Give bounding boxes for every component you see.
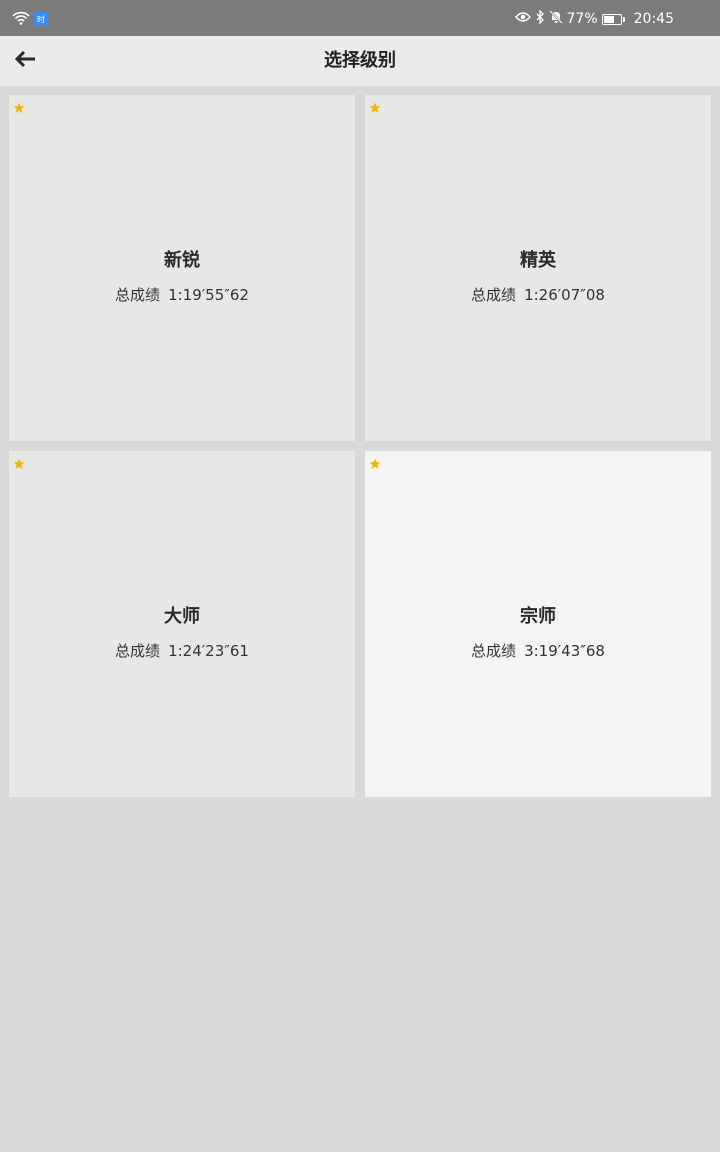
level-content: 宗师 总成绩 3:19′43″68 <box>365 603 711 661</box>
score-value: 3:19′43″68 <box>524 642 605 660</box>
eye-icon <box>514 11 531 27</box>
status-right-group: 77% 20:45 <box>514 9 674 29</box>
mute-icon <box>548 10 563 28</box>
level-name: 精英 <box>520 250 556 271</box>
wifi-icon <box>12 10 30 29</box>
level-content: 大师 总成绩 1:24′23″61 <box>9 603 355 661</box>
score-label: 总成绩 <box>115 642 161 660</box>
star-icon <box>369 455 381 469</box>
level-score: 总成绩 1:19′55″62 <box>9 285 355 305</box>
status-bar: 时 77% 20:45 <box>0 0 720 36</box>
score-value: 1:19′55″62 <box>168 286 249 304</box>
star-icon <box>13 99 25 113</box>
bluetooth-icon <box>535 9 545 28</box>
page-title: 选择级别 <box>324 50 396 71</box>
star-icon <box>369 99 381 113</box>
app-notification-icon: 时 <box>34 12 48 26</box>
level-content: 精英 总成绩 1:26′07″08 <box>365 247 711 305</box>
level-score: 总成绩 3:19′43″68 <box>365 641 711 661</box>
app-header: 选择级别 <box>0 36 720 86</box>
score-value: 1:24′23″61 <box>168 642 249 660</box>
battery-percent: 77% <box>566 11 598 27</box>
level-card-1[interactable]: 精英 总成绩 1:26′07″08 <box>365 95 711 441</box>
score-value: 1:26′07″08 <box>524 286 605 304</box>
level-name: 宗师 <box>520 606 556 627</box>
level-score: 总成绩 1:24′23″61 <box>9 641 355 661</box>
level-card-0[interactable]: 新锐 总成绩 1:19′55″62 <box>9 95 355 441</box>
star-icon <box>13 455 25 469</box>
status-left-group: 时 <box>12 10 48 28</box>
score-label: 总成绩 <box>471 642 517 660</box>
level-grid: 新锐 总成绩 1:19′55″62 精英 总成绩 1:26′07″08 大师 总… <box>9 95 711 797</box>
score-label: 总成绩 <box>471 286 517 304</box>
level-card-3[interactable]: 宗师 总成绩 3:19′43″68 <box>365 451 711 797</box>
level-card-2[interactable]: 大师 总成绩 1:24′23″61 <box>9 451 355 797</box>
battery-icon <box>601 13 625 25</box>
battery-level <box>603 15 615 23</box>
level-name: 大师 <box>164 606 200 627</box>
level-score: 总成绩 1:26′07″08 <box>365 285 711 305</box>
level-content: 新锐 总成绩 1:19′55″62 <box>9 247 355 305</box>
score-label: 总成绩 <box>115 286 161 304</box>
status-clock: 20:45 <box>633 11 674 27</box>
level-name: 新锐 <box>164 250 200 271</box>
